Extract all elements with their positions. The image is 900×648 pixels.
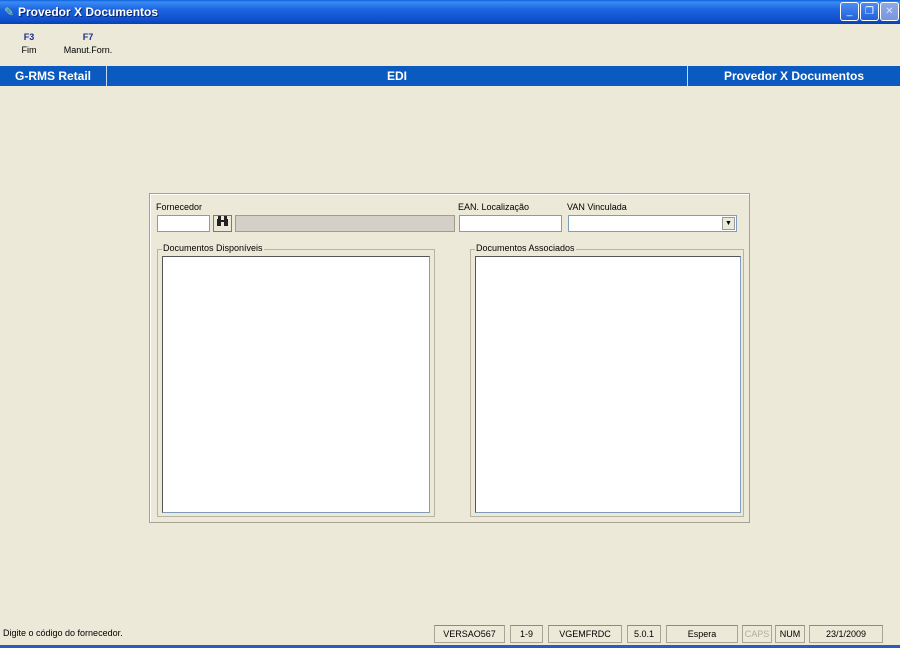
- fornecedor-label: Fornecedor: [156, 202, 203, 212]
- fkey-f7-button[interactable]: F7 Manut.Forn.: [58, 32, 118, 55]
- close-button[interactable]: ✕: [880, 2, 899, 21]
- fkey-f3-label: Fim: [21, 45, 37, 55]
- minimize-button[interactable]: _: [840, 2, 859, 21]
- documentos-disponiveis-group: Documentos Disponíveis: [157, 243, 435, 517]
- fkey-f3-button[interactable]: F3 Fim: [18, 32, 40, 55]
- chevron-down-icon[interactable]: ▼: [722, 217, 735, 230]
- status-caps: CAPS: [742, 625, 772, 643]
- function-key-toolbar: F3 Fim F7 Manut.Forn.: [0, 26, 900, 64]
- fkey-f7-label: Manut.Forn.: [63, 45, 113, 55]
- banner-app-name: G-RMS Retail: [14, 69, 91, 83]
- form-panel: Fornecedor EAN. Localização VAN Vinculad…: [149, 193, 750, 523]
- status-page: 1-9: [510, 625, 543, 643]
- fkey-f3-key: F3: [23, 32, 35, 42]
- window-titlebar[interactable]: ✎ Provedor X Documentos _ ❐ ✕: [0, 0, 900, 24]
- status-state: Espera: [666, 625, 738, 643]
- status-program: VGEMFRDC: [548, 625, 622, 643]
- banner-module: EDI: [386, 69, 407, 83]
- fornecedor-code-field[interactable]: [157, 215, 210, 232]
- documentos-associados-label: Documentos Associados: [475, 243, 576, 253]
- app-icon: ✎: [4, 5, 15, 19]
- banner-screen-name: Provedor X Documentos: [723, 69, 865, 83]
- module-banner: G-RMS Retail EDI Provedor X Documentos: [0, 66, 900, 86]
- search-fornecedor-button[interactable]: [213, 215, 232, 232]
- binoculars-icon: [216, 216, 229, 230]
- status-num: NUM: [775, 625, 805, 643]
- fornecedor-name-field: [235, 215, 455, 232]
- van-label: VAN Vinculada: [567, 202, 627, 212]
- window-title: Provedor X Documentos: [18, 5, 159, 19]
- van-vinculada-dropdown[interactable]: ▼: [568, 215, 737, 232]
- status-date: 23/1/2009: [809, 625, 883, 643]
- ean-label: EAN. Localização: [458, 202, 530, 212]
- status-message: Digite o código do fornecedor.: [3, 628, 123, 638]
- documentos-disponiveis-list[interactable]: [162, 256, 430, 513]
- documentos-associados-list[interactable]: [475, 256, 741, 513]
- status-release: 5.0.1: [627, 625, 661, 643]
- restore-button[interactable]: ❐: [860, 2, 879, 21]
- ean-localizacao-field[interactable]: [459, 215, 562, 232]
- documentos-disponiveis-label: Documentos Disponíveis: [162, 243, 264, 253]
- fkey-f7-key: F7: [82, 32, 94, 42]
- status-version: VERSAO567: [434, 625, 505, 643]
- documentos-associados-group: Documentos Associados: [470, 243, 744, 517]
